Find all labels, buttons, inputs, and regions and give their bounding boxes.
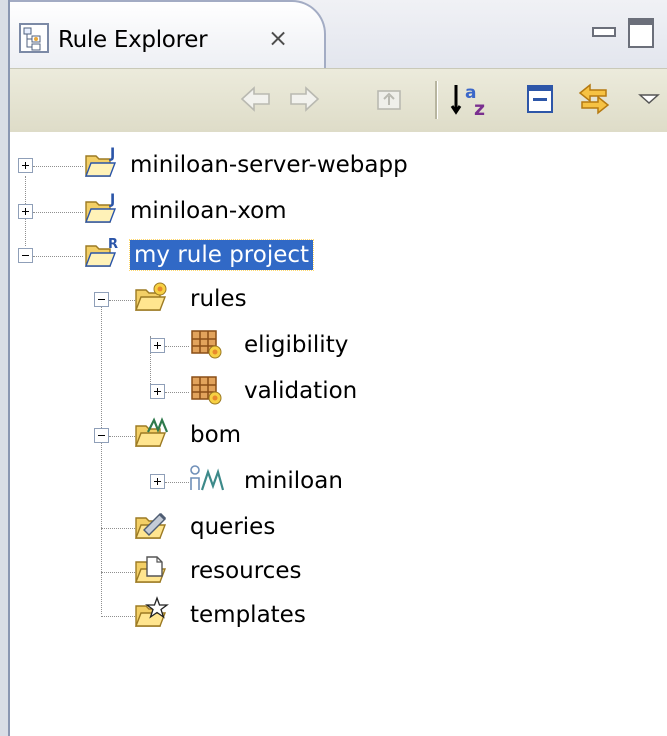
svg-text:J: J <box>109 146 115 162</box>
tree-node-queries[interactable]: queries <box>10 508 470 548</box>
tree-node-label: queries <box>190 514 276 540</box>
expand-toggle[interactable] <box>150 474 165 489</box>
expand-toggle[interactable] <box>150 384 165 399</box>
toolbar-separator <box>435 81 438 119</box>
project-tree: J miniloan-server-webapp J miniloan-xom … <box>10 132 667 736</box>
tree-node-rules[interactable]: rules <box>10 280 470 320</box>
tree-node-my-rule-project[interactable]: R my rule project <box>10 236 470 276</box>
collapse-toggle[interactable] <box>94 292 109 307</box>
tree-node-templates[interactable]: templates <box>10 596 470 636</box>
java-project-icon: J <box>84 146 117 177</box>
rule-explorer-icon <box>19 23 49 53</box>
link-editor-button[interactable] <box>576 81 612 117</box>
tree-node-label: miniloan <box>244 468 343 494</box>
tree-node-miniloan-server-webapp[interactable]: J miniloan-server-webapp <box>10 146 470 186</box>
view-menu-button[interactable] <box>634 81 664 117</box>
bom-entry-icon <box>190 465 224 491</box>
bom-folder-icon <box>134 417 169 447</box>
minimize-button[interactable] <box>592 27 616 37</box>
resources-folder-icon <box>134 556 167 583</box>
view-tab-strip: Rule Explorer ⨯ <box>10 0 667 68</box>
tree-node-label: eligibility <box>244 332 349 358</box>
templates-folder-icon <box>134 596 169 627</box>
expand-toggle[interactable] <box>150 338 165 353</box>
view-toolbar: a z <box>10 68 667 132</box>
collapse-toggle[interactable] <box>18 248 33 263</box>
tree-node-label: miniloan-xom <box>130 198 287 224</box>
close-icon[interactable]: ⨯ <box>268 26 288 50</box>
rule-package-icon <box>191 330 222 359</box>
tree-node-label: resources <box>190 558 302 584</box>
expand-toggle[interactable] <box>18 204 33 219</box>
tree-node-label: bom <box>190 422 242 448</box>
tree-node-label: validation <box>244 378 358 404</box>
back-button[interactable] <box>238 81 274 117</box>
tree-node-label: my rule project <box>128 239 315 271</box>
rule-explorer-view: Rule Explorer ⨯ a z J miniloan-server-we… <box>8 0 667 736</box>
view-title: Rule Explorer <box>58 27 208 53</box>
queries-folder-icon <box>134 512 167 539</box>
tree-node-bom[interactable]: bom <box>10 416 470 456</box>
tree-node-validation[interactable]: validation <box>10 372 470 412</box>
java-project-icon: J <box>84 192 117 223</box>
tree-node-eligibility[interactable]: eligibility <box>10 326 470 366</box>
rule-explorer-tab[interactable]: Rule Explorer ⨯ <box>10 0 326 68</box>
tree-node-label: rules <box>190 286 247 312</box>
svg-text:R: R <box>108 237 118 252</box>
sort-button[interactable]: a z <box>450 81 494 117</box>
svg-text:z: z <box>474 98 485 117</box>
forward-button[interactable] <box>286 81 322 117</box>
tree-node-label: miniloan-server-webapp <box>130 152 408 178</box>
expand-toggle[interactable] <box>18 158 33 173</box>
collapse-all-button[interactable] <box>524 81 560 117</box>
svg-text:J: J <box>109 192 115 208</box>
tree-node-label: templates <box>190 602 306 628</box>
tree-node-miniloan-xom[interactable]: J miniloan-xom <box>10 192 470 232</box>
tree-node-miniloan[interactable]: miniloan <box>10 462 470 502</box>
maximize-button[interactable] <box>628 18 654 48</box>
tree-node-resources[interactable]: resources <box>10 552 470 592</box>
rules-folder-icon <box>134 282 167 311</box>
rule-package-icon <box>191 376 222 405</box>
rule-project-icon: R <box>84 237 118 267</box>
collapse-toggle[interactable] <box>94 428 109 443</box>
up-button[interactable] <box>372 81 408 117</box>
